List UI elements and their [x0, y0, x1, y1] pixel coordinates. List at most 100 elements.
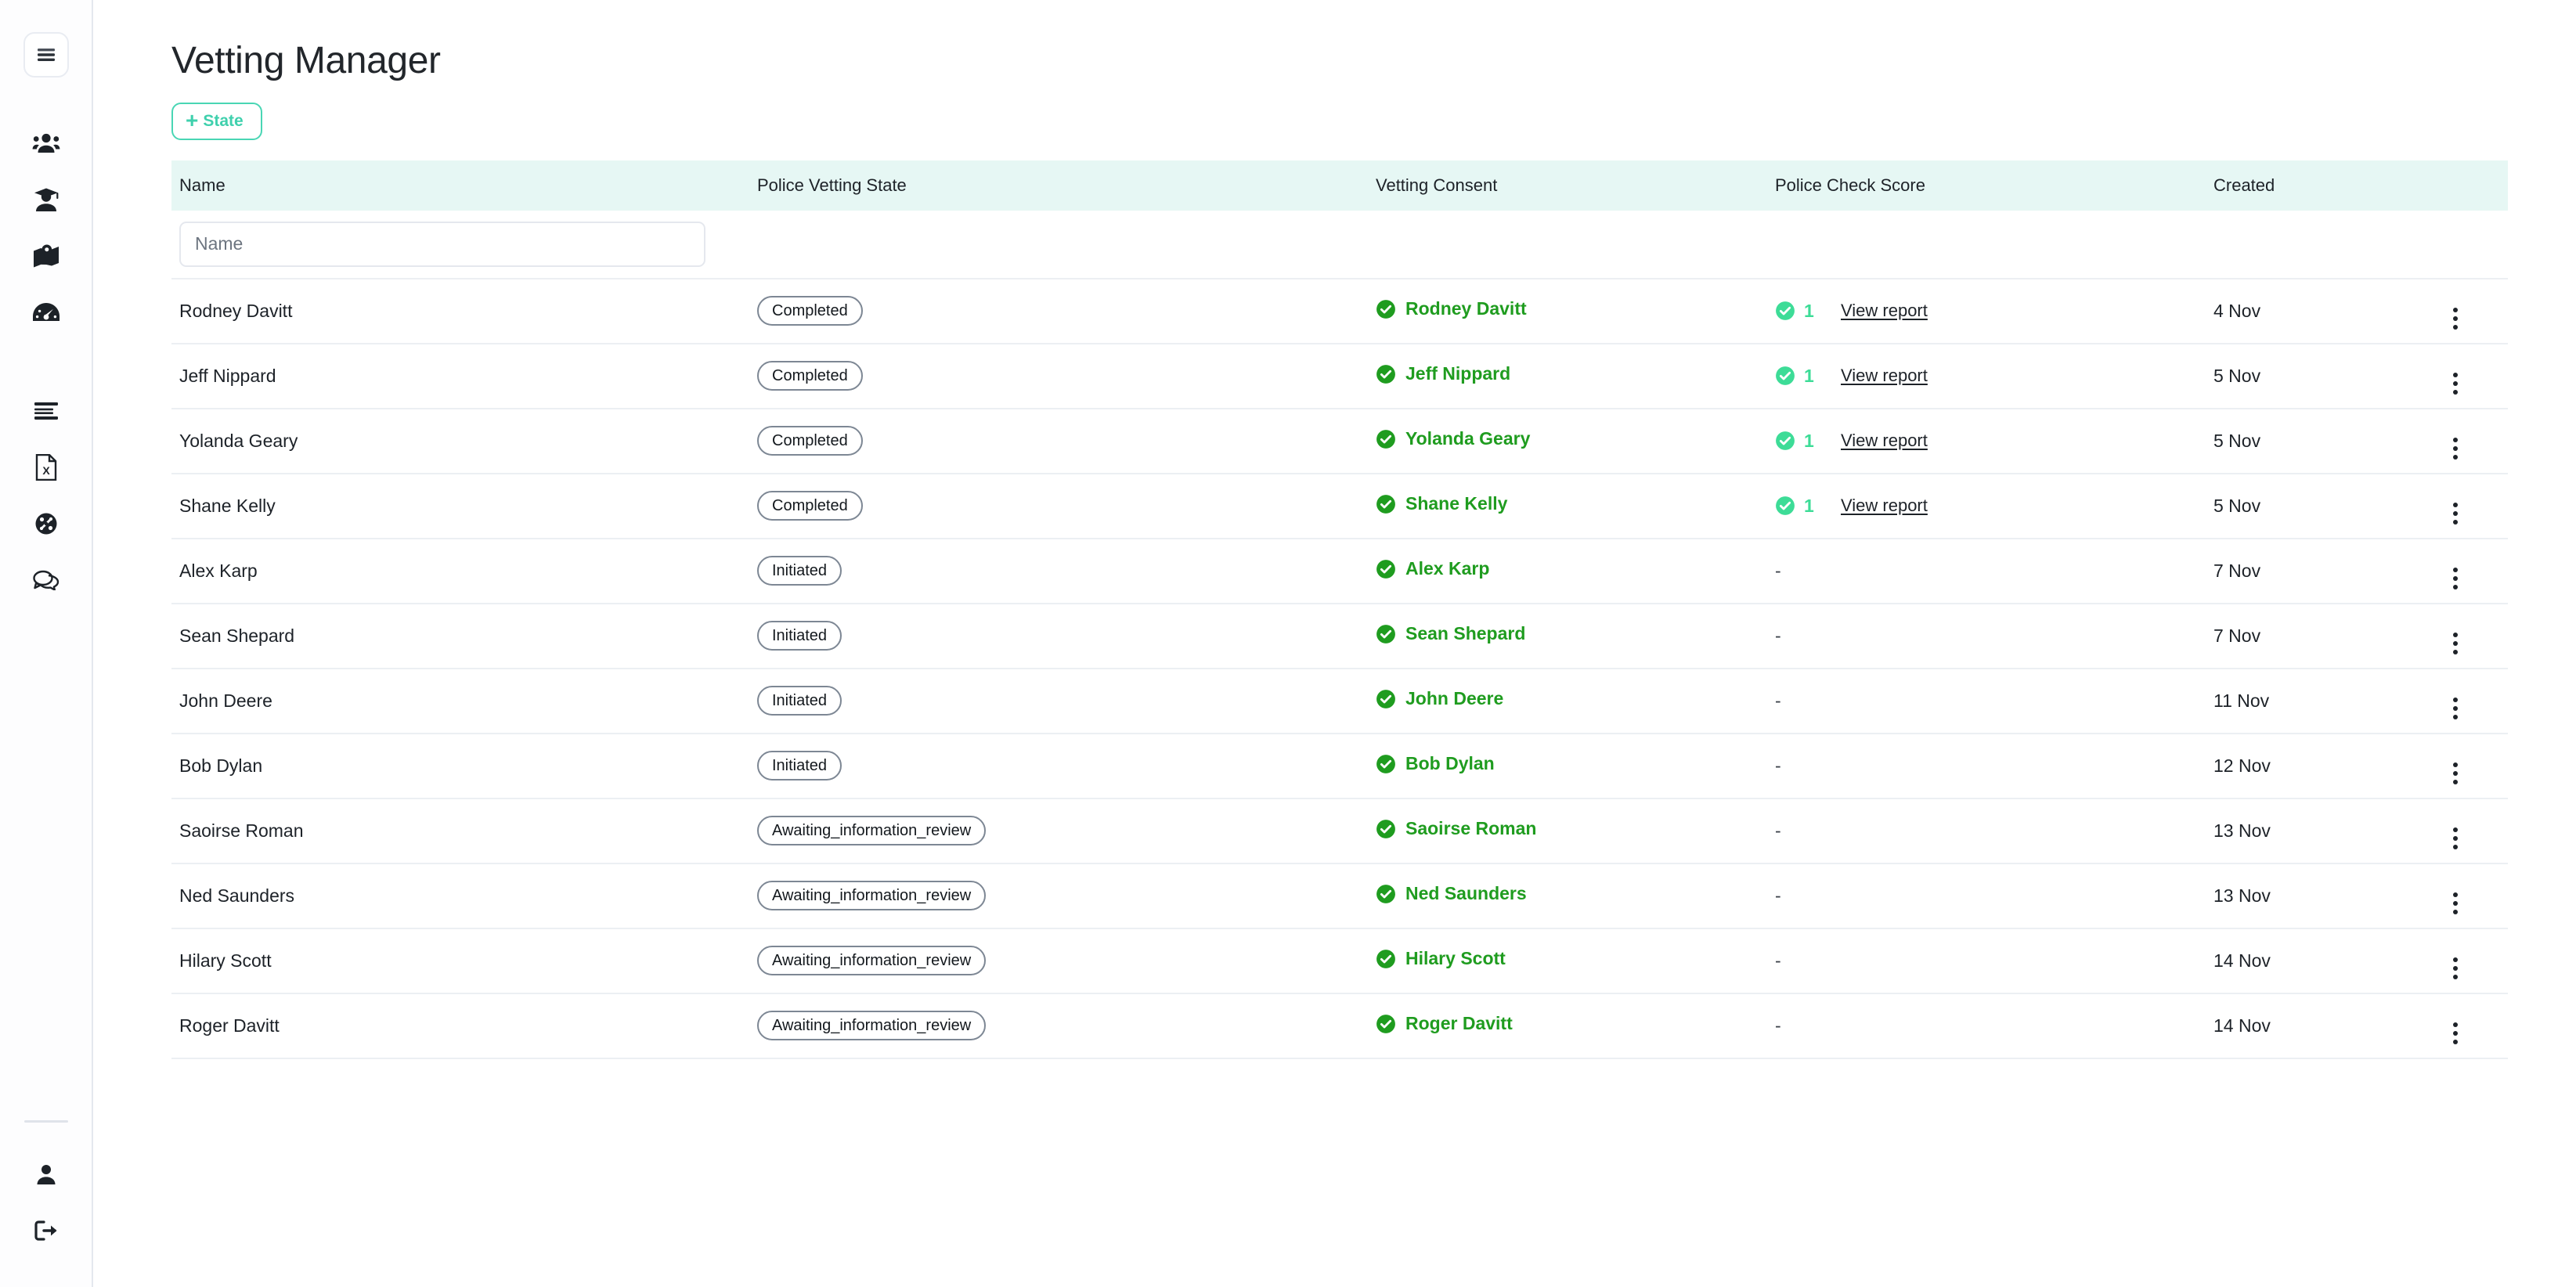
- table-row[interactable]: John Deere Initiated John Deere - 11 Nov: [171, 668, 2508, 734]
- sidebar-nav-secondary: X: [0, 383, 92, 608]
- cell-actions: [2425, 928, 2508, 994]
- consent-value: Roger Davitt: [1376, 1013, 1513, 1034]
- cell-name: Saoirse Roman: [171, 798, 757, 864]
- search-input[interactable]: [179, 221, 705, 267]
- view-report-link[interactable]: View report: [1841, 431, 1928, 451]
- cell-actions: [2425, 278, 2508, 344]
- table-row[interactable]: Saoirse Roman Awaiting_information_review…: [171, 798, 2508, 864]
- table-row[interactable]: Bob Dylan Initiated Bob Dylan - 12 Nov: [171, 733, 2508, 799]
- table-row[interactable]: Jeff Nippard Completed Jeff Nippard 1 View r…: [171, 343, 2508, 409]
- svg-text:X: X: [42, 464, 50, 477]
- row-actions-menu-button[interactable]: [2437, 885, 2473, 921]
- speedometer-icon: [32, 302, 60, 323]
- sidebar-item-messages[interactable]: [0, 552, 92, 608]
- table-row[interactable]: Rodney Davitt Completed Rodney Davitt 1 View…: [171, 278, 2508, 344]
- score-number: 1: [1804, 365, 1814, 386]
- score-cell: 1 View report: [1775, 301, 2213, 322]
- table-row[interactable]: Roger Davitt Awaiting_information_review R…: [171, 993, 2508, 1059]
- sidebar-item-people[interactable]: [0, 115, 92, 171]
- row-actions-menu-button[interactable]: [2437, 950, 2473, 986]
- status-badge: Initiated: [757, 556, 842, 586]
- row-actions-menu-button[interactable]: [2437, 690, 2473, 726]
- person-icon: [34, 1163, 58, 1186]
- status-badge: Awaiting_information_review: [757, 946, 987, 976]
- cell-actions: [2425, 863, 2508, 929]
- filter-cell-name: [171, 210, 757, 279]
- cell-police-vetting-state: Completed: [757, 408, 1376, 474]
- cell-vetting-consent: Sean Shepard: [1376, 603, 1775, 669]
- filter-cell-created: [2213, 210, 2425, 279]
- row-actions-menu-button[interactable]: [2437, 496, 2473, 532]
- sidebar-item-logout[interactable]: [0, 1202, 92, 1259]
- check-circle-icon: [1376, 1014, 1396, 1034]
- created-date: 5 Nov: [2213, 495, 2261, 516]
- consent-name-text: Hilary Scott: [1405, 948, 1506, 969]
- sidebar-item-lists[interactable]: [0, 383, 92, 439]
- cell-police-check-score: -: [1775, 863, 2213, 929]
- row-actions-menu-button[interactable]: [2437, 431, 2473, 467]
- sidebar-item-dashboard[interactable]: [0, 284, 92, 341]
- cell-police-check-score: -: [1775, 993, 2213, 1059]
- cell-police-check-score: 1 View report: [1775, 473, 2213, 539]
- view-report-link[interactable]: View report: [1841, 301, 1928, 321]
- column-header-name: Name: [171, 160, 757, 211]
- consent-value: Sean Shepard: [1376, 623, 1525, 644]
- add-state-button[interactable]: + State: [171, 102, 262, 140]
- table-row[interactable]: Ned Saunders Awaiting_information_review N…: [171, 863, 2508, 929]
- sidebar-item-students[interactable]: [0, 171, 92, 228]
- table-row[interactable]: Hilary Scott Awaiting_information_review H…: [171, 928, 2508, 994]
- sidebar-item-spreadsheet[interactable]: X: [0, 439, 92, 496]
- column-header-vetting-consent: Vetting Consent: [1376, 160, 1775, 211]
- score-empty: -: [1775, 690, 1781, 711]
- cell-name: Rodney Davitt: [171, 278, 757, 344]
- table-body: Rodney Davitt Completed Rodney Davitt 1 View…: [171, 210, 2508, 1059]
- check-circle-icon: [1376, 299, 1396, 319]
- created-date: 13 Nov: [2213, 820, 2271, 841]
- kebab-dot: [2453, 585, 2458, 590]
- sidebar-item-integrations[interactable]: [0, 496, 92, 552]
- row-actions-menu-button[interactable]: [2437, 755, 2473, 791]
- created-date: 13 Nov: [2213, 885, 2271, 906]
- row-actions-menu-button[interactable]: [2437, 561, 2473, 597]
- menu-toggle-button[interactable]: [23, 32, 69, 78]
- sidebar-item-profile[interactable]: [0, 1146, 92, 1202]
- cell-name: Hilary Scott: [171, 928, 757, 994]
- cell-vetting-consent: Alex Karp: [1376, 538, 1775, 604]
- page-title: Vetting Manager: [171, 40, 441, 81]
- view-report-link[interactable]: View report: [1841, 496, 1928, 516]
- cell-name: Yolanda Geary: [171, 408, 757, 474]
- table-row[interactable]: Alex Karp Initiated Alex Karp - 7 Nov: [171, 538, 2508, 604]
- check-circle-icon: [1376, 884, 1396, 904]
- score-value: 1: [1775, 366, 1841, 387]
- created-date: 5 Nov: [2213, 430, 2261, 451]
- table-row[interactable]: Shane Kelly Completed Shane Kelly 1 View rep…: [171, 473, 2508, 539]
- sidebar-nav-primary: [0, 115, 92, 341]
- row-actions-menu-button[interactable]: [2437, 625, 2473, 662]
- kebab-dot: [2453, 762, 2458, 768]
- consent-name-text: Jeff Nippard: [1405, 363, 1511, 384]
- consent-name-text: Rodney Davitt: [1405, 298, 1527, 319]
- kebab-dot: [2453, 511, 2458, 517]
- check-circle-icon: [1376, 819, 1396, 839]
- kebab-dot: [2453, 715, 2458, 720]
- cell-created: 7 Nov: [2213, 603, 2425, 669]
- cell-police-vetting-state: Awaiting_information_review: [757, 863, 1376, 929]
- row-actions-menu-button[interactable]: [2437, 820, 2473, 856]
- cell-police-check-score: -: [1775, 538, 2213, 604]
- kebab-dot: [2453, 771, 2458, 777]
- cell-police-check-score: -: [1775, 603, 2213, 669]
- table-row[interactable]: Yolanda Geary Completed Yolanda Geary 1 View…: [171, 408, 2508, 474]
- row-actions-menu-button[interactable]: [2437, 366, 2473, 402]
- kebab-dot: [2453, 568, 2458, 573]
- sidebar-item-map[interactable]: [0, 228, 92, 284]
- created-date: 11 Nov: [2213, 690, 2270, 711]
- table-filter-row: [171, 210, 2508, 279]
- row-name-text: Bob Dylan: [179, 755, 263, 776]
- consent-value: Hilary Scott: [1376, 948, 1506, 969]
- row-actions-menu-button[interactable]: [2437, 1015, 2473, 1051]
- table-row[interactable]: Sean Shepard Initiated Sean Shepard - 7 Nov: [171, 603, 2508, 669]
- view-report-link[interactable]: View report: [1841, 366, 1928, 386]
- row-actions-menu-button[interactable]: [2437, 301, 2473, 337]
- filter-cell-actions: [2425, 210, 2508, 279]
- consent-name-text: John Deere: [1405, 688, 1504, 709]
